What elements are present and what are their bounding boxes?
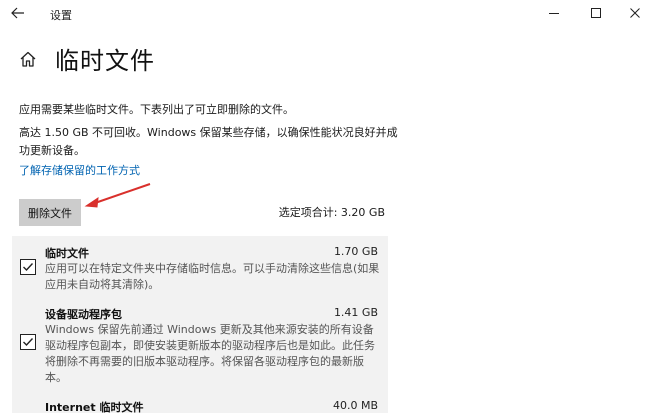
back-arrow-icon (11, 7, 24, 19)
window-title: 设置 (50, 9, 72, 22)
item-title: 设备驱动程序包 (45, 308, 122, 321)
page-description: 应用需要某些临时文件。下表列出了可立即删除的文件。 (19, 103, 294, 116)
checkmark-icon (23, 338, 34, 347)
minimize-button[interactable] (539, 2, 569, 24)
item-description: 应用可以在特定文件夹中存储临时信息。可以手动清除这些信息(如果应用未自动将其清除… (45, 262, 380, 291)
driver-packages-checkbox[interactable] (20, 334, 36, 350)
item-size: 1.41 GB (333, 306, 378, 319)
item-size: 1.70 GB (333, 245, 378, 258)
close-button[interactable] (620, 2, 650, 24)
checkmark-icon (23, 263, 34, 272)
selected-total: 选定项合计: 3.20 GB (278, 206, 385, 219)
close-icon (630, 8, 640, 18)
page-title: 临时文件 (55, 47, 155, 75)
item-title: 临时文件 (45, 247, 89, 260)
title-bar: 设置 (0, 0, 650, 28)
maximize-icon (591, 8, 601, 18)
temp-files-checkbox[interactable] (20, 259, 36, 275)
maximize-button[interactable] (581, 2, 611, 24)
delete-files-button[interactable]: 删除文件 (19, 199, 81, 226)
learn-storage-link[interactable]: 了解存储保留的工作方式 (19, 162, 140, 178)
back-button[interactable] (6, 2, 30, 24)
item-size: 40.0 MB (332, 399, 378, 412)
file-category-list: 临时文件 1.70 GB 应用可以在特定文件夹中存储临时信息。可以手动清除这些信… (12, 236, 388, 414)
minimize-icon (549, 13, 559, 14)
storage-info: 高达 1.50 GB 不可回收。Windows 保留某些存储，以确保性能状况良好… (19, 126, 398, 157)
item-description: Windows 保留先前通过 Windows 更新及其他来源安装的所有设备驱动程… (45, 323, 375, 384)
home-icon (20, 51, 36, 67)
